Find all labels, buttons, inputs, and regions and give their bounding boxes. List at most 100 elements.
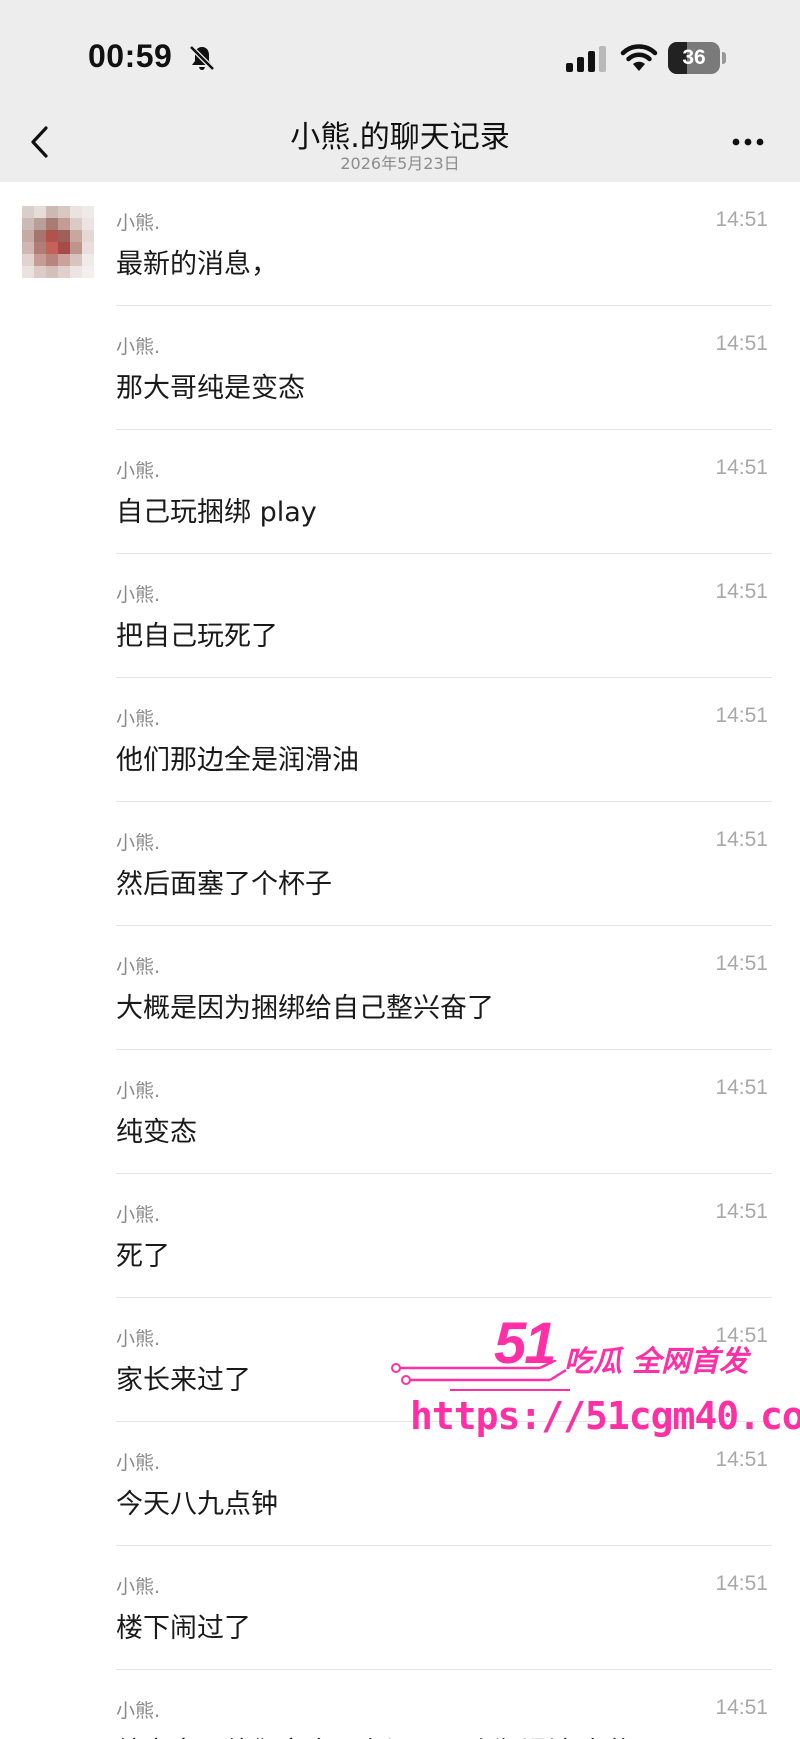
status-time: 00:59: [88, 38, 173, 74]
avatar-pixel: [70, 254, 82, 266]
avatar-pixel: [58, 266, 70, 278]
avatar-pixel: [22, 206, 34, 218]
message-item[interactable]: 小熊. 14:51 自己玩捆绑 play: [116, 430, 772, 554]
avatar-pixel: [22, 254, 34, 266]
avatar-pixel: [82, 230, 94, 242]
message-sender: 小熊.: [116, 956, 161, 978]
message-sender: 小熊.: [116, 708, 161, 730]
message-text: 自己玩捆绑 play: [116, 497, 317, 528]
avatar-pixel: [22, 242, 34, 254]
avatar-pixel: [70, 206, 82, 218]
avatar-pixel: [34, 266, 46, 278]
avatar-pixel: [58, 230, 70, 242]
message-sender: 小熊.: [116, 584, 161, 606]
battery-percent: 36: [682, 46, 706, 69]
message-time: 14:51: [715, 828, 768, 851]
battery-icon: 36: [668, 42, 726, 74]
message-time: 14:51: [715, 1324, 768, 1347]
message-text: 纯变态: [116, 1117, 197, 1148]
message-text: 然后面塞了个杯子: [116, 869, 332, 900]
avatar-pixel: [70, 242, 82, 254]
avatar-pixel: [46, 266, 58, 278]
avatar-pixel: [46, 206, 58, 218]
avatar-pixel: [34, 206, 46, 218]
avatar-pixel: [82, 206, 94, 218]
avatar[interactable]: [22, 206, 94, 278]
message-time: 14:51: [715, 1200, 768, 1223]
avatar-pixel: [58, 242, 70, 254]
avatar-pixel: [46, 230, 58, 242]
message-time: 14:51: [715, 1696, 768, 1719]
message-time: 14:51: [715, 1448, 768, 1471]
avatar-pixel: [70, 230, 82, 242]
message-item[interactable]: 小熊. 14:51 把自己玩死了: [116, 554, 772, 678]
message-sender: 小熊.: [116, 1080, 161, 1102]
message-item[interactable]: 小熊. 14:51 他们那边全是润滑油: [116, 678, 772, 802]
message-sender: 小熊.: [116, 832, 161, 854]
message-time: 14:51: [715, 1076, 768, 1099]
chevron-left-icon[interactable]: [26, 122, 54, 162]
message-sender: 小熊.: [116, 1452, 161, 1474]
avatar-pixel: [22, 218, 34, 230]
avatar-pixel: [22, 230, 34, 242]
message-sender: 小熊.: [116, 1204, 161, 1226]
message-sender: 小熊.: [116, 460, 161, 482]
avatar-pixel: [58, 254, 70, 266]
avatar-pixel: [82, 266, 94, 278]
battery-tip: [722, 52, 726, 64]
chat-history-list[interactable]: 小熊. 14:51 最新的消息， 小熊. 14:51 那大哥纯是变态 小熊. 14:51 自己玩…: [0, 182, 800, 1739]
message-item[interactable]: 小熊. 14:51 今天八九点钟: [116, 1422, 772, 1546]
avatar-pixel: [34, 218, 46, 230]
avatar-pixel: [46, 242, 58, 254]
battery-body: 36: [668, 42, 720, 74]
message-text: 死了: [116, 1241, 170, 1272]
message-sender: 小熊.: [116, 336, 161, 358]
cellular-signal-icon: [566, 46, 606, 72]
message-time: 14:51: [715, 1572, 768, 1595]
avatar-pixel: [34, 254, 46, 266]
message-sender: 小熊.: [116, 1576, 161, 1598]
avatar-pixel: [70, 218, 82, 230]
message-time: 14:51: [715, 952, 768, 975]
message-time: 14:51: [715, 456, 768, 479]
message-item[interactable]: 小熊. 14:51 然后面塞了个杯子: [116, 802, 772, 926]
message-item[interactable]: 小熊. 14:51 纯变态，他们宿舍现在还是那个润滑油味道: [116, 1670, 772, 1739]
wifi-icon: [620, 44, 658, 71]
message-text: 纯变态，他们宿舍现在还是那个润滑油味道: [116, 1730, 629, 1739]
avatar-pixel: [82, 242, 94, 254]
message-item[interactable]: 小熊. 14:51 最新的消息，: [116, 182, 772, 306]
message-item[interactable]: 小熊. 14:51 大概是因为捆绑给自己整兴奋了: [116, 926, 772, 1050]
message-text: 最新的消息，: [116, 249, 278, 280]
message-item[interactable]: 小熊. 14:51 楼下闹过了: [116, 1546, 772, 1670]
message-text: 今天八九点钟: [116, 1489, 278, 1520]
message-text: 楼下闹过了: [116, 1613, 251, 1644]
avatar-pixel: [82, 218, 94, 230]
avatar-pixel: [70, 266, 82, 278]
message-text: 那大哥纯是变态: [116, 373, 305, 404]
message-item[interactable]: 小熊. 14:51 家长来过了: [116, 1298, 772, 1422]
avatar-pixel: [58, 218, 70, 230]
message-text: 大概是因为捆绑给自己整兴奋了: [116, 993, 494, 1024]
page-subtitle-date: 2026年5月23日: [340, 154, 460, 173]
message-text: 家长来过了: [116, 1365, 251, 1396]
message-text: 他们那边全是润滑油: [116, 745, 359, 776]
message-time: 14:51: [715, 704, 768, 727]
avatar-pixel: [34, 230, 46, 242]
message-time: 14:51: [715, 208, 768, 231]
avatar-pixel: [34, 242, 46, 254]
message-sender: 小熊.: [116, 1328, 161, 1350]
message-item[interactable]: 小熊. 14:51 死了: [116, 1174, 772, 1298]
bell-slash-icon: [189, 45, 215, 71]
message-item[interactable]: 小熊. 14:51 纯变态: [116, 1050, 772, 1174]
avatar-pixel: [46, 254, 58, 266]
avatar-pixel: [22, 266, 34, 278]
message-item[interactable]: 小熊. 14:51 那大哥纯是变态: [116, 306, 772, 430]
more-dots-icon[interactable]: [728, 126, 768, 156]
avatar-pixel: [58, 206, 70, 218]
message-time: 14:51: [715, 332, 768, 355]
message-sender: 小熊.: [116, 212, 161, 234]
message-text: 把自己玩死了: [116, 621, 278, 652]
avatar-pixel: [82, 254, 94, 266]
avatar-pixel: [46, 218, 58, 230]
message-time: 14:51: [715, 580, 768, 603]
